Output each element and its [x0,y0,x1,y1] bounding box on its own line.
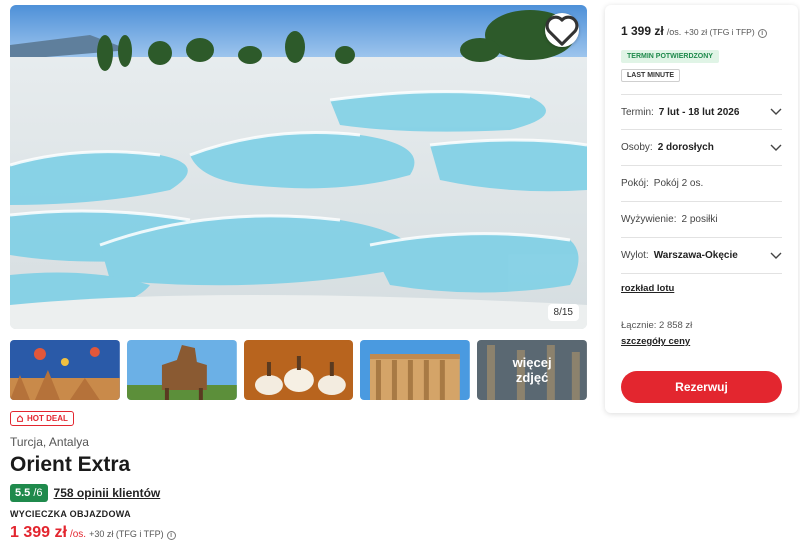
offer-title: Orient Extra [10,453,131,476]
price-details-link[interactable]: szczegóły ceny [621,336,690,347]
thumbnail-2[interactable] [126,340,237,400]
price-extra: +30 zł (TFG i TFP) [89,529,164,539]
booking-card: 1 399 zł /os. +30 zł (TFG i TFP) i TERMI… [605,5,798,413]
departure-select[interactable]: Wylot: Warszawa-Okęcie [621,238,782,274]
price-unit: /os. [69,529,87,540]
pamukkale-travertines-image [10,5,587,329]
card-price-extra: +30 zł (TFG i TFP) [684,27,755,37]
flight-schedule-link[interactable]: rozkład lotu [621,283,674,294]
chevron-down-icon [770,252,782,259]
board-value: 2 posiłki [681,214,718,225]
offer-location: Turcja, Antalya [10,435,89,449]
chevron-down-icon [770,108,782,115]
room-label: Pokój: [621,178,649,189]
hot-deal-icon [17,414,23,422]
rating-value: 5.5 [15,487,31,499]
thumbnail-4[interactable] [360,340,471,400]
favorite-button[interactable] [545,13,579,47]
persons-select[interactable]: Osoby: 2 dorosłych [621,130,782,166]
more-photos-label: więcej zdjęć [477,340,587,400]
reserve-button[interactable]: Rezerwuj [621,371,782,403]
departure-value: Warszawa-Okęcie [653,250,738,261]
reviews-link[interactable]: 758 opinii klientów [54,486,161,500]
offer-price: 1 399 zł /os. +30 zł (TFG i TFP) i [10,524,176,542]
thumbnail-more[interactable]: więcej zdjęć [477,340,587,400]
price-amount: 1 399 zł [10,524,67,541]
info-icon[interactable]: i [757,29,767,38]
card-price-unit: /os. [666,27,682,37]
total-price: Łącznie: 2 858 zł [621,320,693,331]
main-photo[interactable]: 8/15 [10,5,587,329]
library-of-celsus-image [360,340,471,400]
cappadocia-image [10,340,120,400]
photo-counter: 8/15 [547,304,579,321]
thumbnail-1[interactable] [10,340,120,400]
room-row: Pokój: Pokój 2 os. [621,166,782,202]
board-row: Wyżywienie: 2 posiłki [621,202,782,238]
term-label: Termin: [621,106,654,118]
term-value: 7 lut - 18 lut 2026 [658,106,740,118]
hot-deal-badge: HOT DEAL [10,411,74,426]
info-icon[interactable]: i [166,531,176,540]
trip-type: WYCIECZKA OBJAZDOWA [10,509,131,519]
card-price: 1 399 zł /os. +30 zł (TFG i TFP) i [621,24,767,38]
term-select[interactable]: Termin: 7 lut - 18 lut 2026 [621,94,782,130]
whirling-dervishes-image [243,340,354,400]
card-price-amount: 1 399 zł [621,24,664,38]
persons-value: 2 dorosłych [657,142,714,153]
thumbnail-3[interactable] [243,340,354,400]
heart-icon [545,15,579,46]
room-value: Pokój 2 os. [653,178,704,189]
persons-label: Osoby: [621,142,653,153]
thumbnail-strip: więcej zdjęć [10,340,587,400]
rating-max: /6 [33,487,43,499]
departure-label: Wylot: [621,250,649,261]
rating-row: 5.5 /6 758 opinii klientów [10,484,160,502]
board-label: Wyżywienie: [621,214,677,225]
chevron-down-icon [770,144,782,151]
term-confirmed-tag: TERMIN POTWIERDZONY [621,50,719,63]
hot-deal-label: HOT DEAL [27,414,68,423]
last-minute-tag: LAST MINUTE [621,69,681,82]
trojan-horse-image [126,340,237,400]
rating-badge: 5.5 /6 [10,484,48,502]
